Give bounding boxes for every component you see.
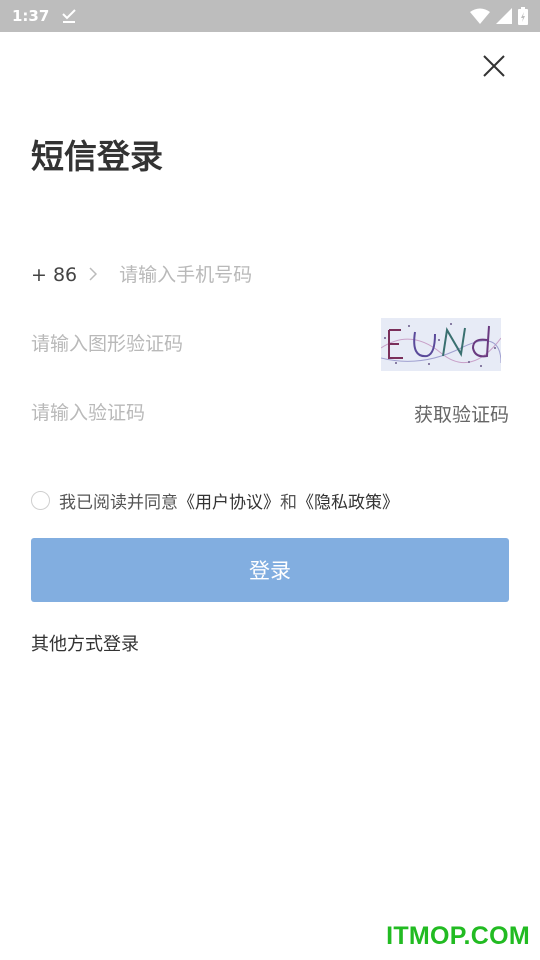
user-agreement-link[interactable]: 《用户协议》 [178,488,280,513]
country-code: + 86 [31,264,78,286]
chevron-right-icon [89,264,98,286]
agree-checkbox[interactable] [31,491,50,510]
agreement-connector: 和 [280,493,297,513]
login-button[interactable]: 登录 [31,538,509,602]
sms-row: 获取验证码 [31,391,509,435]
close-icon [483,55,505,77]
phone-row: + 86 [31,253,509,297]
agreement-prefix: 我已阅读并同意 [59,493,178,513]
watermark-logo: ITMOP.COM [386,922,530,950]
status-bar: 1:37 [0,0,540,32]
signal-icon [496,8,512,24]
captcha-row [31,318,509,371]
agreement: 我已阅读并同意 《用户协议》 和 《隐私政策》 [31,488,399,513]
captcha-image[interactable] [380,318,502,371]
country-code-selector[interactable]: + 86 [31,264,119,286]
privacy-policy-link[interactable]: 《隐私政策》 [297,488,399,513]
wifi-icon [470,8,490,24]
page-title: 短信登录 [31,137,163,176]
sms-code-input[interactable] [31,402,414,424]
get-code-button[interactable]: 获取验证码 [414,400,509,427]
download-done-icon [61,8,77,24]
phone-input[interactable] [119,264,509,286]
close-button[interactable] [478,50,510,82]
other-login-link[interactable]: 其他方式登录 [31,630,139,656]
battery-icon [518,7,528,25]
status-time: 1:37 [12,7,50,25]
